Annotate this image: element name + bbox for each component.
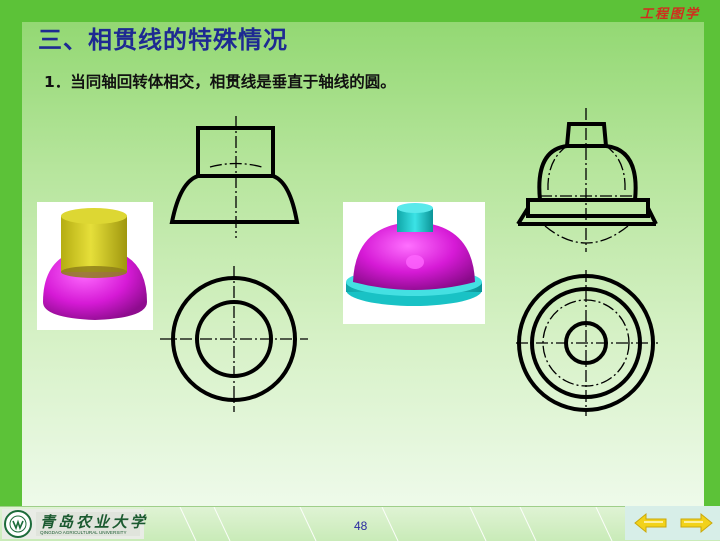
- prev-slide-button[interactable]: [633, 511, 669, 535]
- logo-subtext: QINGDAO AGRICULTURAL UNIVERSITY: [40, 530, 127, 535]
- right-border: [704, 0, 720, 540]
- logo-text: 青岛农业大学: [40, 513, 149, 531]
- right-arrow-icon: [680, 512, 713, 534]
- brand-label: 工程图学: [639, 7, 700, 22]
- render-cylinder-dome-disk: [343, 202, 485, 324]
- university-logo: 青岛农业大学 QINGDAO AGRICULTURAL UNIVERSITY: [2, 509, 145, 539]
- point-1-text: 1．当同轴回转体相交，相贯线是垂直于轴线的圆。: [44, 73, 396, 91]
- top-border: [0, 0, 720, 22]
- next-slide-button[interactable]: [678, 511, 714, 535]
- page-number: 48: [354, 519, 368, 533]
- cylinder-dome-illustration: [43, 208, 147, 320]
- cylinder-dome-disk-illustration: [346, 203, 482, 306]
- render-cylinder-dome: [37, 202, 153, 330]
- slide-title: 三、相贯线的特殊情况: [38, 26, 288, 54]
- left-arrow-icon: [634, 512, 667, 534]
- left-border: [0, 0, 22, 540]
